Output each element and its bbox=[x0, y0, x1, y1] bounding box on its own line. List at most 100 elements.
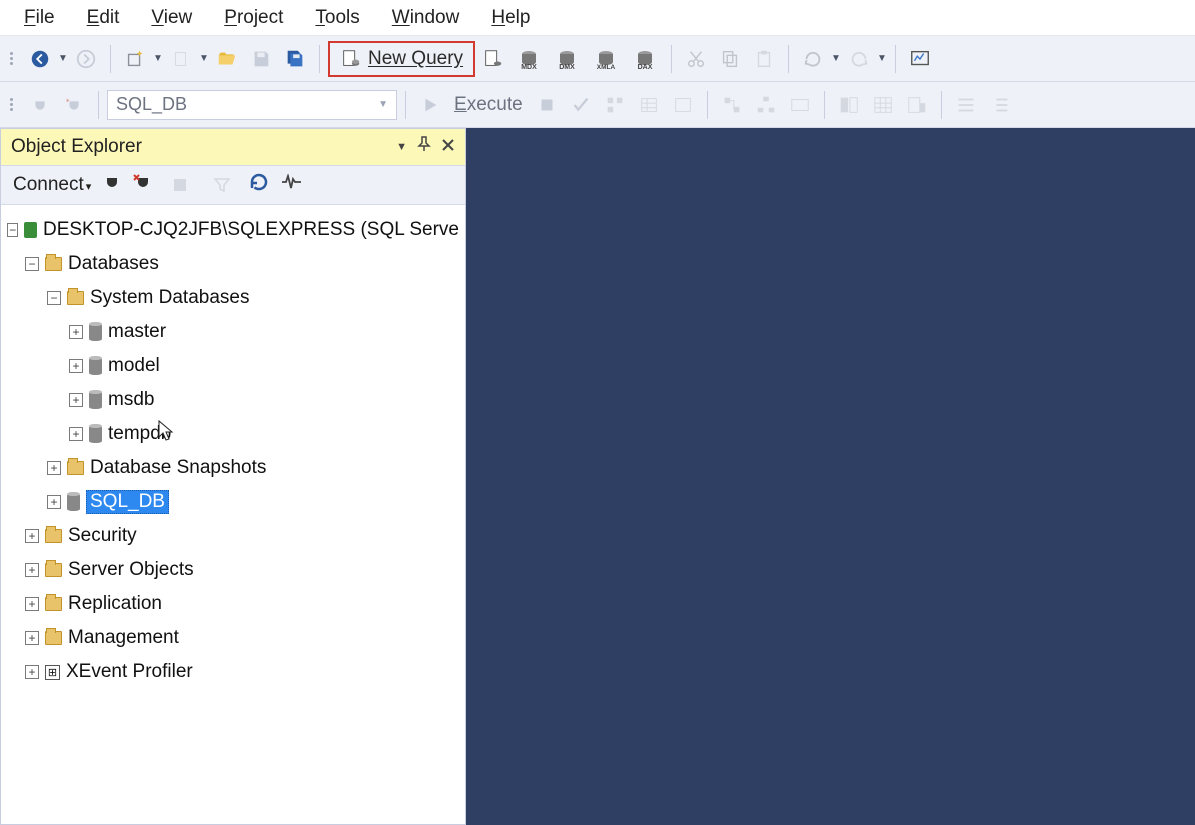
connect-button[interactable] bbox=[24, 90, 56, 120]
new-project-dropdown[interactable]: ▼ bbox=[153, 53, 163, 64]
tree-xevent-node[interactable]: + ⊞ XEvent Profiler bbox=[7, 655, 459, 689]
dmx-query-button[interactable]: DMX bbox=[549, 44, 585, 74]
toolbar-grip bbox=[10, 92, 18, 118]
nav-back-button[interactable] bbox=[24, 44, 56, 74]
tree-db-model[interactable]: + model bbox=[7, 349, 459, 383]
folder-icon bbox=[45, 529, 62, 543]
query-options-button[interactable] bbox=[633, 90, 665, 120]
tree-label: Security bbox=[68, 525, 137, 547]
object-explorer-tree[interactable]: − DESKTOP-CJQ2JFB\SQLEXPRESS (SQL Serve … bbox=[1, 205, 465, 824]
copy-button[interactable] bbox=[714, 44, 746, 74]
collapse-icon[interactable]: − bbox=[47, 291, 61, 305]
menu-file[interactable]: File bbox=[10, 3, 73, 33]
tree-server-node[interactable]: − DESKTOP-CJQ2JFB\SQLEXPRESS (SQL Serve bbox=[7, 213, 459, 247]
disconnect-plug-icon[interactable] bbox=[133, 172, 153, 198]
activity-icon[interactable] bbox=[281, 174, 303, 196]
save-button[interactable] bbox=[245, 44, 277, 74]
results-grid-button[interactable] bbox=[867, 90, 899, 120]
mdx-query-button[interactable]: MDX bbox=[511, 44, 547, 74]
menu-window[interactable]: Window bbox=[378, 3, 478, 33]
tree-db-msdb[interactable]: + msdb bbox=[7, 383, 459, 417]
undo-button[interactable] bbox=[797, 44, 829, 74]
database-selector[interactable]: SQL_DB ▼ bbox=[107, 90, 397, 120]
connect-dropdown[interactable]: Connect▾ bbox=[13, 174, 91, 196]
toolbar-btn-c[interactable] bbox=[784, 90, 816, 120]
menu-view[interactable]: View bbox=[137, 3, 210, 33]
comment-button[interactable] bbox=[950, 90, 982, 120]
expand-icon[interactable]: + bbox=[69, 393, 83, 407]
parse-button[interactable] bbox=[565, 90, 597, 120]
menu-project[interactable]: Project bbox=[210, 3, 301, 33]
nav-back-dropdown[interactable]: ▼ bbox=[58, 53, 68, 64]
database-icon bbox=[89, 426, 102, 442]
open-button[interactable] bbox=[211, 44, 243, 74]
xmla-query-button[interactable]: XMLA bbox=[587, 44, 625, 74]
uncomment-button[interactable] bbox=[984, 90, 1016, 120]
tree-databases-node[interactable]: − Databases bbox=[7, 247, 459, 281]
refresh-icon[interactable] bbox=[249, 172, 269, 198]
collapse-icon[interactable]: − bbox=[7, 223, 18, 237]
dax-query-button[interactable]: DAX bbox=[627, 44, 663, 74]
tree-management-node[interactable]: + Management bbox=[7, 621, 459, 655]
database-icon bbox=[67, 494, 80, 510]
menu-tools[interactable]: Tools bbox=[301, 3, 377, 33]
new-item-button[interactable] bbox=[165, 44, 197, 74]
execute-button[interactable] bbox=[414, 90, 446, 120]
results-c-icon bbox=[906, 94, 928, 116]
expand-icon[interactable]: + bbox=[47, 495, 61, 509]
results-text-button[interactable] bbox=[833, 90, 865, 120]
expand-icon[interactable]: + bbox=[47, 461, 61, 475]
expand-icon[interactable]: + bbox=[69, 359, 83, 373]
results-file-button[interactable] bbox=[901, 90, 933, 120]
file-db-icon bbox=[482, 48, 504, 70]
new-item-dropdown[interactable]: ▼ bbox=[199, 53, 209, 64]
new-query-button[interactable]: New Query bbox=[328, 41, 475, 77]
save-all-button[interactable] bbox=[279, 44, 311, 74]
svg-text:MDX: MDX bbox=[521, 64, 537, 70]
tree-replication-node[interactable]: + Replication bbox=[7, 587, 459, 621]
tree-db-tempdb[interactable]: + tempdb bbox=[7, 417, 459, 451]
expand-icon[interactable]: + bbox=[25, 597, 39, 611]
expand-icon[interactable]: + bbox=[25, 665, 39, 679]
tree-db-master[interactable]: + master bbox=[7, 315, 459, 349]
menu-help[interactable]: Help bbox=[477, 3, 548, 33]
tree-server-objects-node[interactable]: + Server Objects bbox=[7, 553, 459, 587]
tree-system-databases-node[interactable]: − System Databases bbox=[7, 281, 459, 315]
tree-snapshots-node[interactable]: + Database Snapshots bbox=[7, 451, 459, 485]
redo-button[interactable] bbox=[843, 44, 875, 74]
connect-plug-icon[interactable] bbox=[103, 172, 121, 198]
db-query-button[interactable] bbox=[477, 44, 509, 74]
tree-security-node[interactable]: + Security bbox=[7, 519, 459, 553]
menu-edit[interactable]: Edit bbox=[73, 3, 138, 33]
expand-icon[interactable]: + bbox=[69, 325, 83, 339]
activity-monitor-button[interactable] bbox=[904, 44, 936, 74]
redo-dropdown[interactable]: ▼ bbox=[877, 53, 887, 64]
stop-action-icon[interactable] bbox=[165, 170, 195, 200]
new-project-button[interactable] bbox=[119, 44, 151, 74]
toolbar-btn-b[interactable] bbox=[750, 90, 782, 120]
folder-icon bbox=[67, 461, 84, 475]
filter-icon[interactable] bbox=[207, 170, 237, 200]
paste-button[interactable] bbox=[748, 44, 780, 74]
close-icon[interactable] bbox=[441, 136, 455, 158]
expand-icon[interactable]: + bbox=[69, 427, 83, 441]
expand-icon[interactable]: + bbox=[25, 631, 39, 645]
window-position-dropdown[interactable]: ▼ bbox=[396, 141, 407, 153]
toolbar-btn-a[interactable] bbox=[716, 90, 748, 120]
nav-forward-button[interactable] bbox=[70, 44, 102, 74]
expand-icon[interactable]: + bbox=[25, 529, 39, 543]
stop-button[interactable] bbox=[531, 90, 563, 120]
display-plan-button[interactable] bbox=[599, 90, 631, 120]
copy-icon bbox=[719, 48, 741, 70]
cut-button[interactable] bbox=[680, 44, 712, 74]
tree-label-selected: SQL_DB bbox=[86, 490, 169, 514]
change-connection-button[interactable] bbox=[58, 90, 90, 120]
tree-userdb-node[interactable]: + SQL_DB bbox=[7, 485, 459, 519]
include-stats-button[interactable] bbox=[667, 90, 699, 120]
collapse-icon[interactable]: − bbox=[25, 257, 39, 271]
pin-icon[interactable] bbox=[417, 136, 431, 158]
expand-icon[interactable]: + bbox=[25, 563, 39, 577]
undo-dropdown[interactable]: ▼ bbox=[831, 53, 841, 64]
new-query-label: New Query bbox=[368, 48, 463, 70]
paste-icon bbox=[753, 48, 775, 70]
